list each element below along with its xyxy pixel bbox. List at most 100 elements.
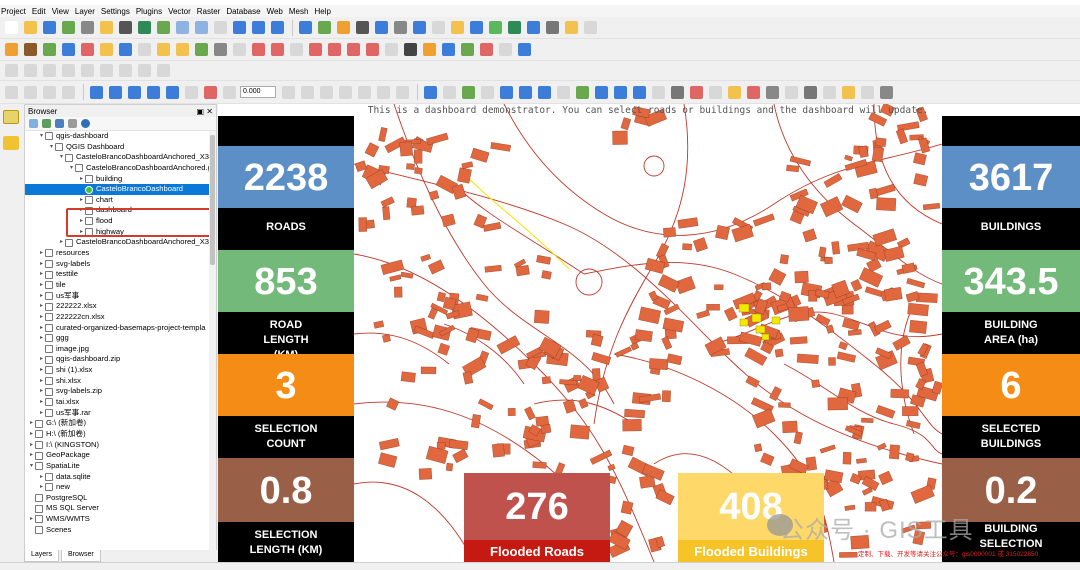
tool-icon[interactable] (536, 84, 553, 101)
tree-item[interactable]: ▸ us军事.rar (25, 408, 216, 419)
chevron-right-icon[interactable]: ▸ (38, 376, 45, 387)
tree-item[interactable]: ▾ qgis-dashboard (25, 131, 216, 142)
tool-icon[interactable] (117, 41, 134, 58)
tool-icon[interactable] (307, 41, 324, 58)
tool-icon[interactable] (98, 62, 115, 79)
tool-icon[interactable] (783, 84, 800, 101)
tree-item[interactable]: ▾ SpatiaLite (25, 461, 216, 472)
tool-icon[interactable] (449, 19, 466, 36)
tool-icon[interactable] (563, 19, 580, 36)
tool-icon[interactable] (688, 84, 705, 101)
tool-icon[interactable] (878, 84, 895, 101)
tree-item[interactable]: ▸ 222222cn.xlsx (25, 312, 216, 323)
tree-item[interactable]: ▸ I:\ (KINGSTON) (25, 440, 216, 451)
tool-icon[interactable] (231, 19, 248, 36)
chevron-right-icon[interactable]: ▸ (38, 312, 45, 323)
tool-icon[interactable] (250, 19, 267, 36)
tool-icon[interactable] (299, 84, 316, 101)
tool-icon[interactable] (422, 84, 439, 101)
menu-web[interactable]: Web (267, 7, 283, 16)
tool-icon[interactable] (316, 19, 333, 36)
tool-icon[interactable] (487, 19, 504, 36)
tool-icon[interactable] (421, 41, 438, 58)
tool-icon[interactable] (506, 19, 523, 36)
tool-icon[interactable] (582, 19, 599, 36)
tree-item[interactable]: ▸ qgis-dashboard.zip (25, 354, 216, 365)
tool-icon[interactable] (631, 84, 648, 101)
tab-browser[interactable]: Browser (61, 550, 101, 562)
tool-icon[interactable] (498, 84, 515, 101)
tree-item[interactable]: ▸ testtile (25, 269, 216, 280)
chevron-right-icon[interactable]: ▸ (38, 280, 45, 291)
tool-icon[interactable] (280, 84, 297, 101)
tool-icon[interactable] (174, 19, 191, 36)
tool-icon[interactable] (288, 41, 305, 58)
browser-scrollbar[interactable] (209, 131, 216, 551)
tool-icon[interactable] (3, 62, 20, 79)
tool-icon[interactable] (383, 41, 400, 58)
menu-database[interactable]: Database (226, 7, 260, 16)
menu-plugins[interactable]: Plugins (136, 7, 162, 16)
tool-icon[interactable] (326, 41, 343, 58)
tool-icon[interactable] (669, 84, 686, 101)
chevron-right-icon[interactable]: ▸ (38, 365, 45, 376)
tool-icon[interactable] (164, 84, 181, 101)
menu-edit[interactable]: Edit (32, 7, 46, 16)
tool-icon[interactable] (478, 41, 495, 58)
tool-icon[interactable] (60, 84, 77, 101)
tree-item[interactable]: ▾ QGIS Dashboard (25, 142, 216, 153)
tool-icon[interactable] (202, 84, 219, 101)
tree-item[interactable]: ▸ svg-labels.zip (25, 386, 216, 397)
tool-icon[interactable] (117, 62, 134, 79)
tool-icon[interactable] (544, 19, 561, 36)
tool-icon[interactable] (136, 41, 153, 58)
tree-item[interactable]: ▸ G:\ (新加卷) (25, 418, 216, 429)
tool-icon[interactable] (60, 19, 77, 36)
tool-icon[interactable] (231, 41, 248, 58)
tool-icon[interactable] (22, 84, 39, 101)
chevron-right-icon[interactable]: ▸ (38, 248, 45, 259)
chevron-right-icon[interactable]: ▸ (38, 323, 45, 334)
tool-icon[interactable] (155, 19, 172, 36)
chevron-right-icon[interactable]: ▸ (38, 472, 45, 483)
tree-item[interactable]: ▾ CasteloBrancoDashboardAnchored.g (25, 163, 216, 174)
tool-icon[interactable] (441, 84, 458, 101)
tool-icon[interactable] (392, 19, 409, 36)
tool-icon[interactable] (440, 41, 457, 58)
tool-icon[interactable] (155, 62, 172, 79)
tool-icon[interactable] (840, 84, 857, 101)
chevron-right-icon[interactable]: ▸ (38, 269, 45, 280)
chevron-down-icon[interactable]: ▾ (48, 142, 55, 153)
map-canvas[interactable]: This is a dashboard demonstrator. You ca… (218, 104, 1080, 562)
chevron-right-icon[interactable]: ▸ (38, 259, 45, 270)
tool-icon[interactable] (117, 19, 134, 36)
tree-item[interactable]: Scenes (25, 525, 216, 536)
chevron-right-icon[interactable]: ▸ (38, 333, 45, 344)
chevron-right-icon[interactable]: ▸ (28, 418, 35, 429)
tool-icon[interactable] (183, 84, 200, 101)
tool-icon[interactable] (802, 84, 819, 101)
tool-icon[interactable] (22, 19, 39, 36)
map-layer[interactable] (354, 104, 942, 562)
tool-icon[interactable] (574, 84, 591, 101)
menu-mesh[interactable]: Mesh (289, 7, 309, 16)
tool-icon[interactable] (297, 19, 314, 36)
panel-close-icon[interactable]: ▣ ✕ (197, 107, 213, 116)
chevron-right-icon[interactable]: ▸ (28, 440, 35, 451)
chevron-right-icon[interactable]: ▸ (28, 514, 35, 525)
tree-item[interactable]: ▸ shi (1).xlsx (25, 365, 216, 376)
tool-icon[interactable] (3, 19, 20, 36)
tree-item[interactable]: ▾ CasteloBrancoDashboardAnchored_X3U (25, 152, 216, 163)
collapse-all-icon[interactable] (68, 119, 77, 128)
tool-icon[interactable] (364, 41, 381, 58)
tool-icon[interactable] (612, 84, 629, 101)
chevron-right-icon[interactable]: ▸ (28, 429, 35, 440)
tool-icon[interactable] (460, 84, 477, 101)
tab-layers[interactable]: Layers (24, 550, 60, 562)
tree-item[interactable]: ▸ us军事 (25, 291, 216, 302)
tree-item[interactable]: ▸ data.sqlite (25, 472, 216, 483)
tool-icon[interactable] (22, 41, 39, 58)
tool-icon[interactable] (136, 19, 153, 36)
tool-icon[interactable] (318, 84, 335, 101)
filter-icon[interactable] (55, 119, 64, 128)
